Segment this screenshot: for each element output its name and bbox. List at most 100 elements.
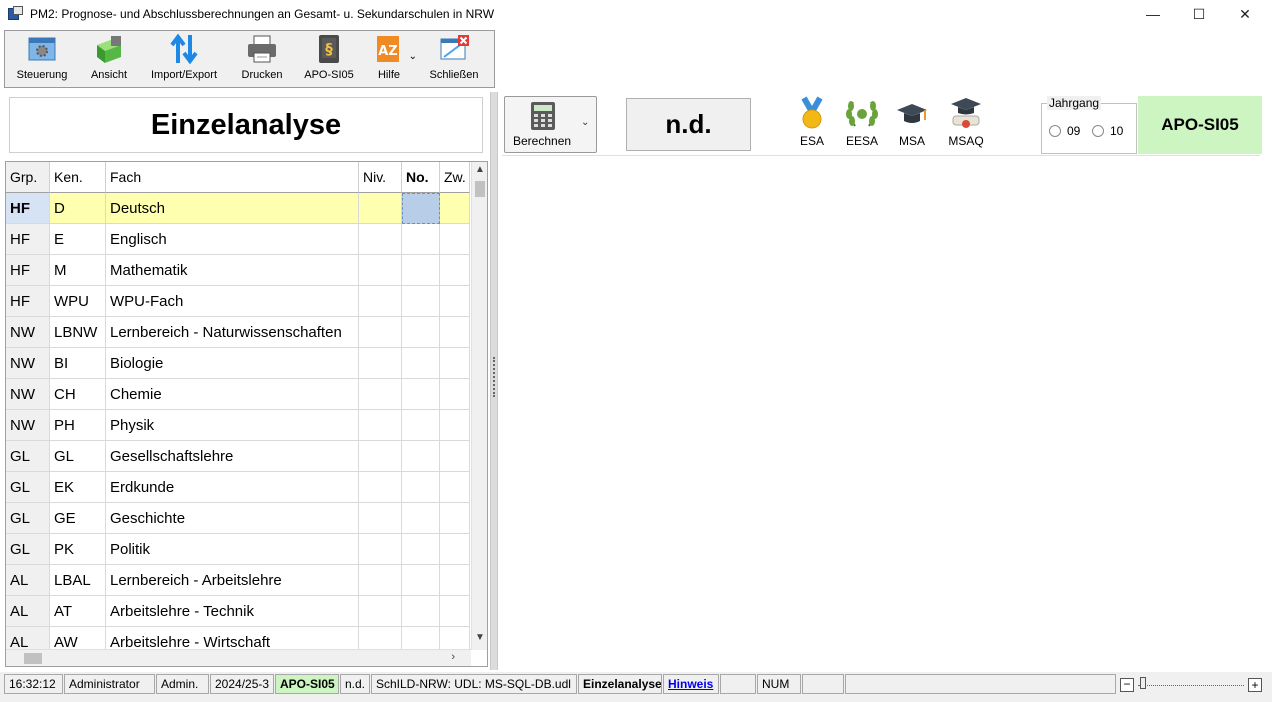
col-header-zw[interactable]: Zw. bbox=[440, 162, 470, 193]
cell-zw[interactable] bbox=[440, 224, 470, 255]
cell-no[interactable] bbox=[402, 565, 440, 596]
cell-no[interactable] bbox=[402, 379, 440, 410]
toolbar-apo-button[interactable]: § APO-SI05 bbox=[295, 31, 363, 87]
cell-grp[interactable]: HF bbox=[6, 224, 50, 255]
cell-no[interactable] bbox=[402, 255, 440, 286]
cell-ken[interactable]: WPU bbox=[50, 286, 106, 317]
table-row[interactable]: HF D Deutsch bbox=[6, 193, 470, 224]
cell-grp[interactable]: GL bbox=[6, 472, 50, 503]
toolbar-steuerung-button[interactable]: Steuerung bbox=[5, 31, 79, 87]
cell-grp[interactable]: NW bbox=[6, 317, 50, 348]
cell-ken[interactable]: LBAL bbox=[50, 565, 106, 596]
cell-ken[interactable]: PK bbox=[50, 534, 106, 565]
cell-ken[interactable]: M bbox=[50, 255, 106, 286]
cell-fach[interactable]: Physik bbox=[106, 410, 359, 441]
cell-fach[interactable]: Politik bbox=[106, 534, 359, 565]
table-row[interactable]: NW CH Chemie bbox=[6, 379, 470, 410]
col-header-no[interactable]: No. bbox=[402, 162, 440, 193]
toolbar-schliessen-button[interactable]: Schließen bbox=[415, 31, 493, 87]
table-row[interactable]: NW BI Biologie bbox=[6, 348, 470, 379]
cell-zw[interactable] bbox=[440, 286, 470, 317]
scroll-down-icon[interactable]: ▼ bbox=[475, 632, 485, 643]
cell-grp[interactable]: NW bbox=[6, 379, 50, 410]
cell-niv[interactable] bbox=[359, 286, 402, 317]
table-row[interactable]: GL GE Geschichte bbox=[6, 503, 470, 534]
col-header-ken[interactable]: Ken. bbox=[50, 162, 106, 193]
cell-fach[interactable]: Gesellschaftslehre bbox=[106, 441, 359, 472]
cell-ken[interactable]: E bbox=[50, 224, 106, 255]
cell-grp[interactable]: HF bbox=[6, 286, 50, 317]
cell-grp[interactable]: NW bbox=[6, 410, 50, 441]
toolbar-import-export-button[interactable]: Import/Export bbox=[139, 31, 229, 87]
cell-niv[interactable] bbox=[359, 472, 402, 503]
cell-niv[interactable] bbox=[359, 317, 402, 348]
cell-niv[interactable] bbox=[359, 410, 402, 441]
cell-fach[interactable]: Arbeitslehre - Technik bbox=[106, 596, 359, 627]
cell-no[interactable] bbox=[402, 286, 440, 317]
cell-no[interactable] bbox=[402, 596, 440, 627]
cell-no[interactable] bbox=[402, 224, 440, 255]
table-row[interactable]: NW PH Physik bbox=[6, 410, 470, 441]
cell-niv[interactable] bbox=[359, 348, 402, 379]
cell-no[interactable] bbox=[402, 534, 440, 565]
table-row[interactable]: GL GL Gesellschaftslehre bbox=[6, 441, 470, 472]
cell-niv[interactable] bbox=[359, 441, 402, 472]
maximize-button[interactable]: ☐ bbox=[1176, 0, 1222, 28]
toolbar-ansicht-button[interactable]: Ansicht bbox=[79, 31, 139, 87]
cell-grp[interactable]: HF bbox=[6, 193, 50, 224]
cell-niv[interactable] bbox=[359, 596, 402, 627]
cell-grp[interactable]: AL bbox=[6, 565, 50, 596]
cell-fach[interactable]: Mathematik bbox=[106, 255, 359, 286]
zoom-slider[interactable]: − + bbox=[1120, 676, 1264, 694]
cell-zw[interactable] bbox=[440, 503, 470, 534]
table-row[interactable]: NW LBNW Lernbereich - Naturwissenschaften bbox=[6, 317, 470, 348]
table-row[interactable]: AL LBAL Lernbereich - Arbeitslehre bbox=[6, 565, 470, 596]
cell-ken[interactable]: LBNW bbox=[50, 317, 106, 348]
zoom-in-button[interactable]: + bbox=[1248, 678, 1262, 692]
cell-ken[interactable]: CH bbox=[50, 379, 106, 410]
jahrgang-09-radio[interactable] bbox=[1049, 125, 1061, 137]
cell-zw[interactable] bbox=[440, 410, 470, 441]
cell-zw[interactable] bbox=[440, 317, 470, 348]
cell-ken[interactable]: D bbox=[50, 193, 106, 224]
cell-fach[interactable]: Lernbereich - Naturwissenschaften bbox=[106, 317, 359, 348]
cell-zw[interactable] bbox=[440, 255, 470, 286]
toolbar-drucken-button[interactable]: Drucken bbox=[229, 31, 295, 87]
cell-no[interactable] bbox=[402, 317, 440, 348]
abschluss-eesa-button[interactable]: EESA bbox=[845, 96, 879, 152]
cell-no[interactable] bbox=[402, 441, 440, 472]
close-window-button[interactable]: ✕ bbox=[1222, 0, 1268, 28]
cell-no[interactable] bbox=[402, 472, 440, 503]
vertical-scroll-thumb[interactable] bbox=[475, 181, 485, 197]
cell-niv[interactable] bbox=[359, 379, 402, 410]
toolbar-hilfe-button[interactable]: AZ Hilfe ⌄ bbox=[363, 31, 417, 87]
berechnen-button[interactable]: Berechnen ⌄ bbox=[504, 96, 597, 153]
cell-fach[interactable]: WPU-Fach bbox=[106, 286, 359, 317]
cell-fach[interactable]: Biologie bbox=[106, 348, 359, 379]
vertical-scrollbar[interactable]: ▲ ▼ bbox=[471, 162, 487, 650]
cell-niv[interactable] bbox=[359, 565, 402, 596]
cell-no[interactable] bbox=[402, 410, 440, 441]
cell-zw[interactable] bbox=[440, 534, 470, 565]
horizontal-scrollbar[interactable]: › bbox=[6, 649, 471, 666]
jahrgang-10-radio[interactable] bbox=[1092, 125, 1104, 137]
cell-grp[interactable]: GL bbox=[6, 441, 50, 472]
cell-grp[interactable]: GL bbox=[6, 503, 50, 534]
col-header-grp[interactable]: Grp. bbox=[6, 162, 50, 193]
scroll-up-icon[interactable]: ▲ bbox=[475, 164, 485, 175]
cell-fach[interactable]: Englisch bbox=[106, 224, 359, 255]
cell-zw[interactable] bbox=[440, 472, 470, 503]
cell-niv[interactable] bbox=[359, 193, 402, 224]
cell-fach[interactable]: Deutsch bbox=[106, 193, 359, 224]
cell-grp[interactable]: AL bbox=[6, 596, 50, 627]
cell-ken[interactable]: GL bbox=[50, 441, 106, 472]
table-row[interactable]: GL PK Politik bbox=[6, 534, 470, 565]
zoom-track[interactable] bbox=[1138, 685, 1244, 686]
cell-niv[interactable] bbox=[359, 224, 402, 255]
cell-ken[interactable]: EK bbox=[50, 472, 106, 503]
splitter-grip[interactable] bbox=[493, 357, 495, 397]
cell-niv[interactable] bbox=[359, 255, 402, 286]
panel-splitter[interactable] bbox=[490, 92, 498, 670]
cell-zw[interactable] bbox=[440, 441, 470, 472]
cell-ken[interactable]: BI bbox=[50, 348, 106, 379]
